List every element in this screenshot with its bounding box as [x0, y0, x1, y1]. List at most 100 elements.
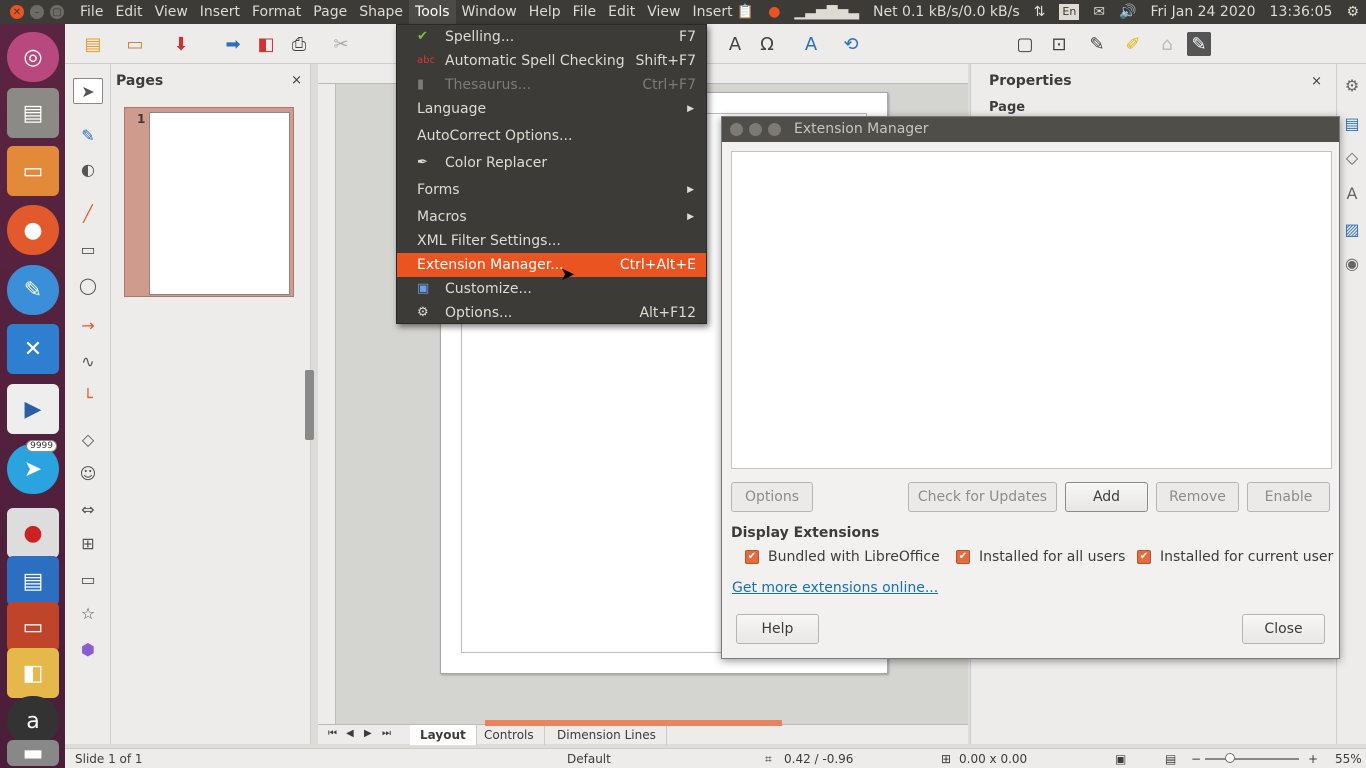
ellipse-icon[interactable]: ◯: [73, 272, 103, 298]
menu-tools[interactable]: Tools: [409, 0, 456, 24]
rectangle-icon[interactable]: ▭: [73, 236, 103, 262]
page-section-header[interactable]: Page: [989, 100, 1025, 115]
clipboard-icon[interactable]: 📋: [730, 0, 761, 24]
menu-edit[interactable]: Edit: [109, 0, 148, 24]
date[interactable]: Fri Jan 24 2020: [1143, 0, 1262, 24]
window-close-button[interactable]: ✕: [10, 5, 24, 19]
ubuntu-logo-icon[interactable]: ◎: [7, 32, 59, 82]
menu-shape[interactable]: Shape: [353, 0, 409, 24]
fontwork-icon[interactable]: A: [799, 32, 823, 56]
menu-view[interactable]: View: [149, 0, 194, 24]
properties-close-icon[interactable]: ×: [1311, 74, 1322, 89]
menu-file-2[interactable]: File: [567, 0, 602, 24]
page-thumbnail[interactable]: 1: [124, 107, 294, 297]
extrusion-icon[interactable]: ⌂: [1155, 32, 1179, 56]
transform-icon[interactable]: ⟲: [839, 32, 863, 56]
menu-help[interactable]: Help: [523, 0, 567, 24]
curve-icon[interactable]: ∿: [73, 348, 103, 374]
menu-file[interactable]: File: [74, 0, 109, 24]
connector-icon[interactable]: └: [73, 384, 103, 410]
extension-list[interactable]: [731, 151, 1332, 469]
tab-dimension-lines[interactable]: Dimension Lines: [547, 725, 667, 745]
add-button[interactable]: Add: [1065, 482, 1148, 512]
keyboard-layout[interactable]: En: [1059, 4, 1080, 20]
new-icon[interactable]: ▤: [81, 32, 105, 56]
callouts-icon[interactable]: ▭: [73, 566, 103, 592]
get-extensions-link[interactable]: Get more extensions online...: [732, 580, 938, 596]
close-button[interactable]: Close: [1242, 614, 1325, 644]
menu-item-auto-spell[interactable]: abc Automatic Spell Checking Shift+F7: [397, 49, 706, 73]
kdenlive-icon[interactable]: ▶: [7, 384, 59, 434]
basic-shapes-icon[interactable]: ◇: [73, 426, 103, 452]
properties-icon[interactable]: ▤: [1341, 112, 1363, 134]
window-maximize-button[interactable]: ▢: [50, 5, 64, 19]
arrow-line-icon[interactable]: →: [73, 312, 103, 338]
options-button[interactable]: Options: [731, 482, 813, 512]
draw-icon[interactable]: ◧: [7, 648, 59, 698]
3d-objects-icon[interactable]: ⬢: [73, 636, 103, 662]
zoom-out-icon[interactable]: −: [1191, 752, 1201, 766]
block-arrows-icon[interactable]: ⇔: [73, 496, 103, 522]
help-button[interactable]: Help: [736, 614, 819, 644]
remove-button[interactable]: Remove: [1156, 482, 1239, 512]
current-user-checkbox[interactable]: ✔ Installed for current user: [1137, 549, 1333, 565]
menu-item-autocorrect[interactable]: AutoCorrect Options...: [397, 124, 706, 148]
clock[interactable]: 13:36:05: [1263, 0, 1340, 24]
horizontal-scrollbar[interactable]: [485, 720, 782, 726]
next-page-icon[interactable]: ▶: [364, 728, 372, 739]
zoom-slider-handle[interactable]: [1225, 753, 1235, 763]
zoom-level[interactable]: 55%: [1335, 752, 1362, 766]
xmind-icon[interactable]: ✕: [7, 324, 59, 374]
save-icon[interactable]: ⬇: [169, 32, 193, 56]
first-page-icon[interactable]: ⏮: [328, 728, 337, 739]
special-char-icon[interactable]: Ω: [755, 32, 779, 56]
tab-layout[interactable]: Layout: [410, 725, 477, 745]
menu-format[interactable]: Format: [246, 0, 307, 24]
volume-icon[interactable]: 🔊: [1112, 0, 1143, 24]
menu-item-macros[interactable]: Macros ▶: [397, 205, 706, 229]
menu-item-extension-manager[interactable]: Extension Manager... Ctrl+Alt+E: [397, 253, 706, 277]
folder-icon[interactable]: ▭: [7, 146, 59, 196]
chrome-icon[interactable]: ●: [761, 0, 787, 24]
export-icon[interactable]: ➡: [221, 32, 245, 56]
last-page-icon[interactable]: ⏭: [382, 728, 391, 739]
pages-close-icon[interactable]: ×: [291, 73, 302, 88]
draw-functions-icon[interactable]: ✎: [1187, 32, 1211, 56]
crop-icon[interactable]: ⊡: [1047, 32, 1071, 56]
line-color-icon[interactable]: ✎: [73, 122, 103, 148]
recorder-icon[interactable]: ●: [7, 508, 59, 558]
dialog-close-icon[interactable]: [730, 123, 743, 136]
menu-page[interactable]: Page: [307, 0, 353, 24]
menu-item-thesaurus[interactable]: ▮ Thesaurus... Ctrl+F7: [397, 73, 706, 97]
fill-color-icon[interactable]: ◐: [73, 156, 103, 182]
menu-edit-2[interactable]: Edit: [602, 0, 641, 24]
drive-icon[interactable]: ▬: [7, 740, 59, 766]
print-icon[interactable]: ⎙: [287, 32, 311, 56]
panel-splitter[interactable]: [305, 370, 314, 440]
export-pdf-icon[interactable]: ◧: [254, 32, 278, 56]
transfer-icon[interactable]: ⇅: [1027, 0, 1053, 24]
mail-icon[interactable]: ✉: [1086, 0, 1112, 24]
sidebar-settings-icon[interactable]: ⚙: [1341, 74, 1363, 96]
menu-item-customize[interactable]: ▣ Customize...: [397, 277, 706, 301]
open-icon[interactable]: ▭: [123, 32, 147, 56]
writer-icon[interactable]: ▤: [7, 556, 59, 606]
firefox-icon[interactable]: ●: [7, 205, 59, 255]
menu-item-language[interactable]: Language ▶: [397, 97, 706, 121]
stars-icon[interactable]: ☆: [73, 600, 103, 626]
power-icon[interactable]: ⚙: [1339, 0, 1366, 24]
dialog-titlebar[interactable]: Extension Manager: [722, 117, 1339, 142]
menu-item-forms[interactable]: Forms ▶: [397, 178, 706, 202]
amazon-icon[interactable]: a: [7, 696, 59, 746]
shadow-icon[interactable]: ▢: [1013, 32, 1037, 56]
menu-insert[interactable]: Insert: [194, 0, 246, 24]
navigator-icon[interactable]: ◉: [1341, 252, 1363, 274]
all-users-checkbox[interactable]: ✔ Installed for all users: [956, 549, 1125, 565]
window-minimize-button[interactable]: –: [30, 5, 44, 19]
symbol-shapes-icon[interactable]: ☺: [73, 460, 103, 486]
shapes-icon[interactable]: ◇: [1341, 146, 1363, 168]
gallery-icon[interactable]: ▨: [1341, 218, 1363, 240]
points-icon[interactable]: ✎: [1085, 32, 1109, 56]
menu-item-xml-filter[interactable]: XML Filter Settings...: [397, 229, 706, 253]
krita-icon[interactable]: ✎: [7, 265, 59, 315]
